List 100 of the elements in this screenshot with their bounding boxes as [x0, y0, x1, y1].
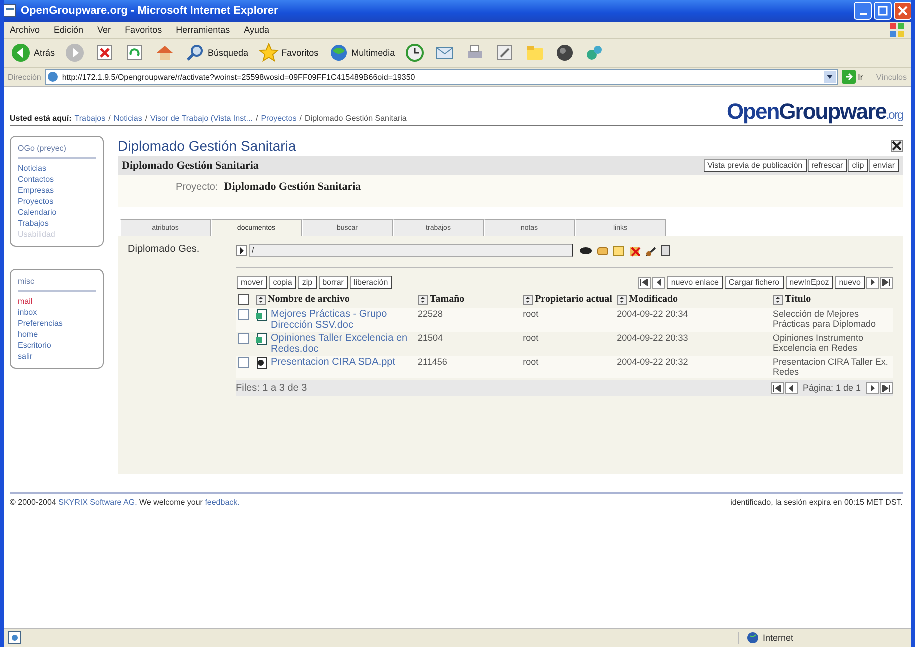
column-header: Título: [785, 294, 812, 305]
sidebar-item[interactable]: mail: [18, 296, 96, 307]
menu-item[interactable]: Herramientas: [176, 25, 230, 35]
next-page-button[interactable]: [866, 276, 879, 288]
last-page-button[interactable]: [880, 276, 893, 288]
sort-icon[interactable]: [773, 294, 783, 304]
favorites-button[interactable]: Favoritos: [256, 42, 322, 64]
menu-item[interactable]: Ver: [98, 25, 112, 35]
triangle-icon: [238, 246, 244, 254]
first-page-button[interactable]: [638, 276, 652, 288]
previous-page-button[interactable]: [652, 276, 666, 288]
sidebar-item[interactable]: inbox: [18, 307, 96, 318]
sidebar-item[interactable]: Calendario: [18, 207, 96, 218]
create-button[interactable]: nuevo enlace: [667, 276, 723, 289]
history-icon: [405, 43, 426, 63]
address-field[interactable]: http://172.1.9.5/Opengroupware/r/activate?woinst=25598wosid=09FF09FF1C415489B66oid=19350: [45, 69, 838, 85]
menu-item[interactable]: Archivo: [10, 25, 40, 35]
windows-logo-icon: [889, 22, 905, 38]
table-cell: 22528: [418, 309, 444, 319]
panel-header: OGo (preyec): [18, 143, 68, 154]
sort-icon[interactable]: [523, 294, 534, 304]
sidebar-item[interactable]: Noticias: [18, 163, 96, 174]
pen-icon[interactable]: [645, 244, 657, 256]
go-arrow-icon: [842, 70, 856, 84]
last-page-icon: [882, 279, 891, 286]
sidebar-item[interactable]: Proyectos: [18, 196, 96, 207]
breadcrumb-link[interactable]: Trabajos: [74, 114, 106, 123]
forward-icon: [65, 43, 86, 63]
menu-item[interactable]: Edición: [54, 25, 84, 35]
sidebar-item[interactable]: Escritorio: [18, 340, 96, 351]
sidebar-item[interactable]: salir: [18, 351, 96, 362]
previous-icon: [788, 384, 794, 392]
previous-page-button[interactable]: [784, 382, 798, 394]
breadcrumb-link[interactable]: Visor de Trabajo (Vista Inst...: [150, 114, 253, 123]
create-button[interactable]: nuevo: [835, 276, 865, 289]
back-button[interactable]: Atrás: [8, 42, 58, 64]
action-button[interactable]: Vista previa de publicación: [704, 159, 807, 172]
sidebar-item[interactable]: home: [18, 329, 96, 340]
path-field[interactable]: /: [249, 244, 573, 257]
row-checkbox[interactable]: [238, 357, 249, 368]
create-button[interactable]: newInEpoz: [786, 276, 834, 289]
sidebar-item[interactable]: Empresas: [18, 185, 96, 196]
maximize-button[interactable]: [874, 2, 892, 20]
create-button[interactable]: Cargar fichero: [724, 276, 784, 289]
column-header: Propietario actual: [535, 294, 612, 305]
action-button[interactable]: clip: [848, 159, 868, 172]
stop-icon: [95, 43, 116, 63]
file-action-button[interactable]: mover: [237, 276, 268, 289]
breadcrumb-current: Diplomado Gestión Sanitaria: [305, 114, 407, 123]
close-icon: [898, 6, 908, 16]
file-link[interactable]: Opiniones Taller Excelencia en Redes.doc: [271, 333, 414, 355]
close-button[interactable]: [891, 140, 903, 152]
refresh-icon: [125, 43, 146, 63]
maximize-icon: [878, 6, 888, 16]
media-icon: [328, 43, 349, 63]
document-icon[interactable]: [661, 244, 671, 256]
breadcrumb-link[interactable]: Noticias: [114, 114, 142, 123]
table-cell: 2004-09-22 20:32: [617, 357, 688, 367]
last-page-button[interactable]: [880, 382, 893, 394]
eye-icon[interactable]: [579, 244, 593, 256]
folder-link[interactable]: Diplomado Ges.: [128, 244, 214, 396]
feedback-link[interactable]: feedback.: [205, 498, 240, 507]
minimize-button[interactable]: [854, 2, 872, 20]
sidebar-item[interactable]: Preferencias: [18, 318, 96, 329]
table-cell: root: [523, 309, 539, 319]
sidebar-item[interactable]: Contactos: [18, 174, 96, 185]
sort-icon[interactable]: [418, 294, 428, 304]
file-action-button[interactable]: liberación: [350, 276, 392, 289]
search-button[interactable]: Búsqueda: [182, 42, 252, 64]
next-page-button[interactable]: [866, 382, 879, 394]
company-link[interactable]: SKYRIX Software AG.: [58, 498, 138, 507]
dropdown-icon: [824, 71, 836, 83]
select-all-checkbox[interactable]: [238, 294, 249, 305]
media-button[interactable]: Multimedia: [326, 42, 398, 64]
breadcrumb-link[interactable]: Proyectos: [261, 114, 297, 123]
file-action-button[interactable]: borrar: [318, 276, 348, 289]
first-page-button[interactable]: [770, 382, 784, 394]
table-cell: root: [523, 357, 539, 367]
row-checkbox[interactable]: [238, 309, 249, 320]
field-label: Proyecto:: [176, 182, 218, 192]
file-action-button[interactable]: zip: [298, 276, 317, 289]
sort-icon[interactable]: [617, 294, 628, 304]
expand-button[interactable]: [236, 245, 247, 256]
file-action-button[interactable]: copia: [269, 276, 296, 289]
field-value: Diplomado Gestión Sanitaria: [224, 181, 362, 193]
page-info: Página: 1 de 1: [802, 383, 861, 393]
row-checkbox[interactable]: [238, 333, 249, 344]
page-icon: [47, 71, 60, 83]
sidebar-item[interactable]: Trabajos: [18, 218, 96, 229]
sort-icon[interactable]: [256, 294, 266, 304]
go-button[interactable]: Ir: [842, 70, 863, 84]
menu-item[interactable]: Favoritos: [125, 25, 162, 35]
menu-item[interactable]: Ayuda: [244, 25, 270, 35]
action-button[interactable]: refrescar: [808, 159, 848, 172]
action-button[interactable]: enviar: [869, 159, 899, 172]
table-cell: 21504: [418, 333, 444, 343]
next-icon: [870, 384, 876, 392]
table-cell: Selección de Mejores Prácticas para Diplomado: [773, 309, 876, 329]
table-cell: 2004-09-22 20:33: [617, 333, 688, 343]
delete-icon[interactable]: [629, 244, 641, 256]
